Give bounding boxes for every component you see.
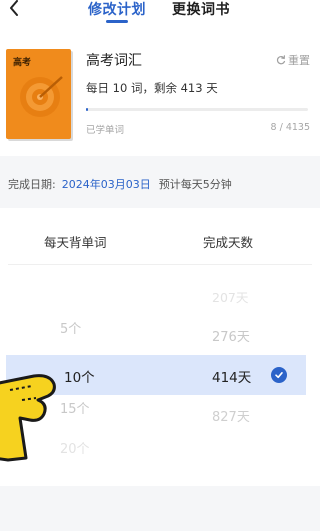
finish-date-value: 2024年03月03日	[61, 178, 151, 191]
words-option[interactable]: 5个	[60, 318, 81, 337]
days-option-selected[interactable]: 414天	[212, 366, 251, 386]
finish-date-row: 完成日期: 2024年03月03日 预计每天5分钟	[8, 176, 232, 192]
reset-label: 重置	[288, 54, 310, 67]
words-option[interactable]: 20个	[60, 438, 90, 457]
header-divider	[8, 264, 312, 265]
days-option[interactable]: 207天	[212, 287, 248, 306]
book-cover-title: 高考	[13, 58, 32, 68]
hand-pointer-icon	[0, 360, 64, 474]
back-icon[interactable]	[5, 0, 23, 18]
tab-change-book[interactable]: 更换词书	[172, 0, 230, 19]
learned-label: 已学单词	[86, 125, 125, 136]
tab-modify-plan[interactable]: 修改计划	[88, 0, 146, 19]
daily-time-estimate: 预计每天5分钟	[158, 178, 232, 191]
book-name: 高考词汇	[86, 53, 142, 69]
words-option-selected[interactable]: 10个	[64, 366, 95, 386]
target-icon	[20, 76, 63, 117]
refresh-icon	[276, 55, 286, 65]
progress-fill	[86, 108, 88, 111]
book-card: 高考 高考词汇 重置 每日 10 词，剩余 413 天 已学单词 8 / 413…	[0, 32, 320, 148]
days-option[interactable]: 827天	[212, 406, 250, 425]
book-cover: 高考	[6, 49, 71, 139]
reset-button[interactable]: 重置	[276, 52, 310, 68]
bottom-bar	[0, 486, 320, 531]
learned-count: 8 / 4135	[270, 122, 310, 133]
days-option[interactable]: 276天	[212, 326, 250, 345]
check-circle-icon	[271, 367, 287, 383]
words-option[interactable]: 15个	[60, 398, 90, 417]
top-tab-bar: 修改计划 更换词书	[0, 0, 320, 26]
plan-info: 每日 10 词，剩余 413 天	[86, 81, 218, 95]
progress-bar	[86, 108, 308, 111]
finish-date-section: 完成日期: 2024年03月03日 预计每天5分钟	[0, 156, 320, 208]
finish-date-label: 完成日期:	[8, 178, 56, 191]
active-tab-indicator	[106, 20, 128, 23]
words-per-day-header: 每天背单词	[44, 235, 107, 250]
days-to-finish-header: 完成天数	[203, 235, 254, 250]
